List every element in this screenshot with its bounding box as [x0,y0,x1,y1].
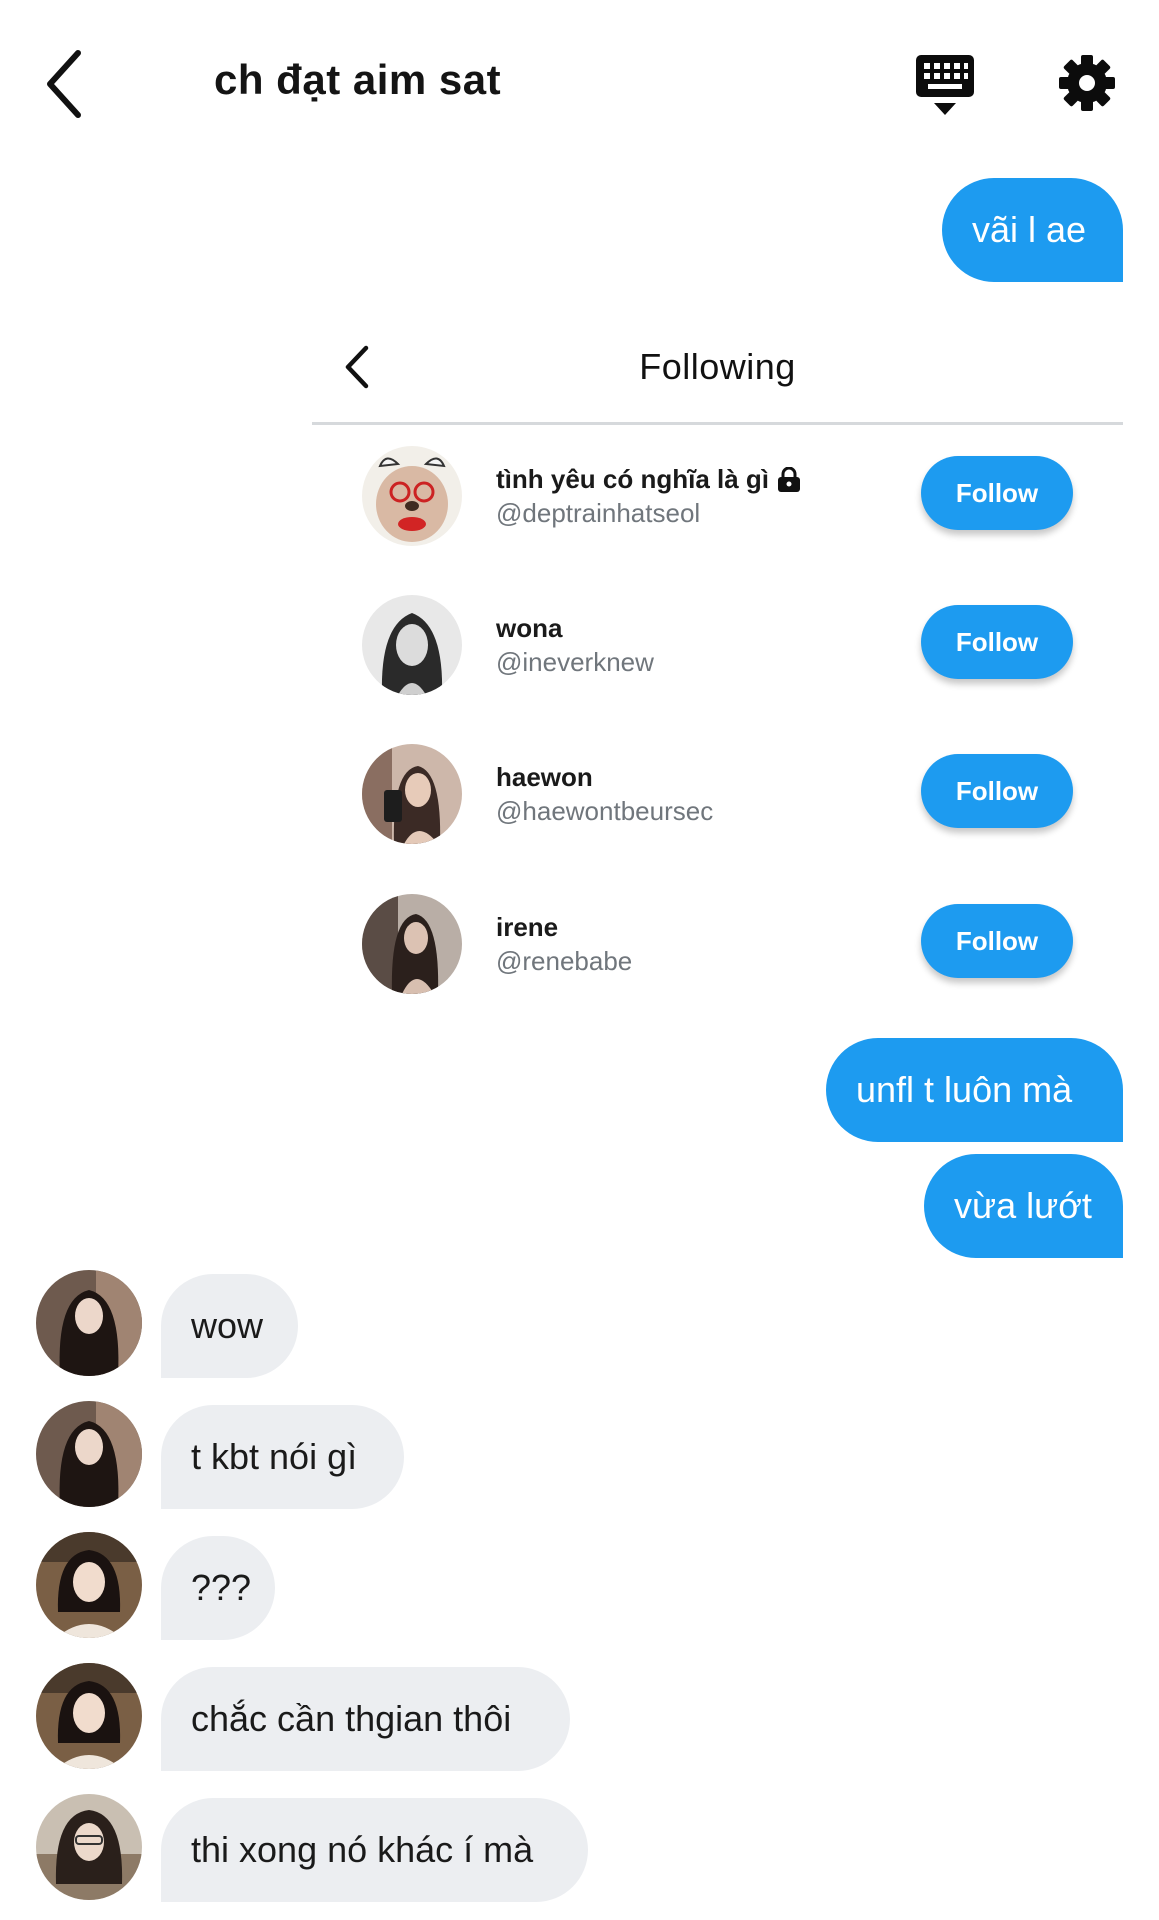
following-list-item[interactable]: tình yêu có nghĩa là gì @deptrainhatseol… [312,446,1123,566]
card-title: Following [639,346,796,387]
message-text: t kbt nói gì [191,1436,358,1477]
following-list-item[interactable]: wona @ineverknew Follow [312,595,1123,715]
avatar[interactable] [362,446,462,546]
avatar[interactable] [362,894,462,994]
keyboard-button[interactable] [914,53,976,117]
message-text: thi xong nó khác í mà [191,1829,534,1870]
message-bubble-outgoing[interactable]: unfl t luôn mà [826,1038,1123,1142]
message-bubble-incoming[interactable]: t kbt nói gì [161,1405,404,1509]
gear-icon [1059,55,1115,111]
message-bubble-outgoing[interactable]: vừa lướt [924,1154,1123,1258]
lock-icon [778,466,801,492]
message-text: unfl t luôn mà [856,1069,1073,1110]
sender-avatar[interactable] [36,1401,142,1507]
avatar[interactable] [362,595,462,695]
sender-avatar[interactable] [36,1663,142,1769]
following-user-handle: @deptrainhatseol [496,498,701,528]
sender-avatar[interactable] [36,1532,142,1638]
card-header: Following [312,318,1123,425]
message-bubble-incoming[interactable]: ??? [161,1536,275,1640]
following-list-item[interactable]: haewon @haewontbeursec Follow [312,744,1123,864]
chevron-left-icon [47,50,81,118]
following-user-name: wona [496,613,563,643]
chat-header: ch đạt aim sat [0,0,1159,165]
follow-button[interactable]: Follow [921,754,1073,828]
follow-button[interactable]: Follow [921,456,1073,530]
message-bubble-incoming[interactable]: thi xong nó khác í mà [161,1798,588,1902]
follow-button[interactable]: Follow [921,605,1073,679]
message-text: vừa lướt [954,1185,1092,1226]
following-user-name: tình yêu có nghĩa là gì [496,464,801,495]
following-list-item[interactable]: irene @renebabe Follow [312,894,1123,1014]
back-button[interactable] [42,45,92,123]
message-text: ??? [191,1567,252,1608]
follow-button[interactable]: Follow [921,904,1073,978]
following-user-name: irene [496,912,559,942]
following-user-name: haewon [496,762,593,792]
avatar[interactable] [362,744,462,844]
following-user-handle: @haewontbeursec [496,796,714,826]
keyboard-icon [916,55,974,115]
message-bubble-incoming[interactable]: chắc cần thgian thôi [161,1667,570,1771]
message-bubble-incoming[interactable]: wow [161,1274,298,1378]
message-text: vãi l ae [972,209,1087,250]
conversation-title[interactable]: ch đạt aim sat [214,56,501,104]
shared-following-card[interactable]: Following tình yêu có nghĩa là gì @deptr… [312,318,1123,1018]
message-bubble-outgoing[interactable]: vãi l ae [942,178,1123,282]
sender-avatar[interactable] [36,1270,142,1376]
following-user-handle: @renebabe [496,946,633,976]
following-user-handle: @ineverknew [496,647,654,677]
message-text: chắc cần thgian thôi [191,1698,512,1739]
settings-button[interactable] [1057,53,1117,113]
message-text: wow [191,1305,264,1346]
sender-avatar[interactable] [36,1794,142,1900]
